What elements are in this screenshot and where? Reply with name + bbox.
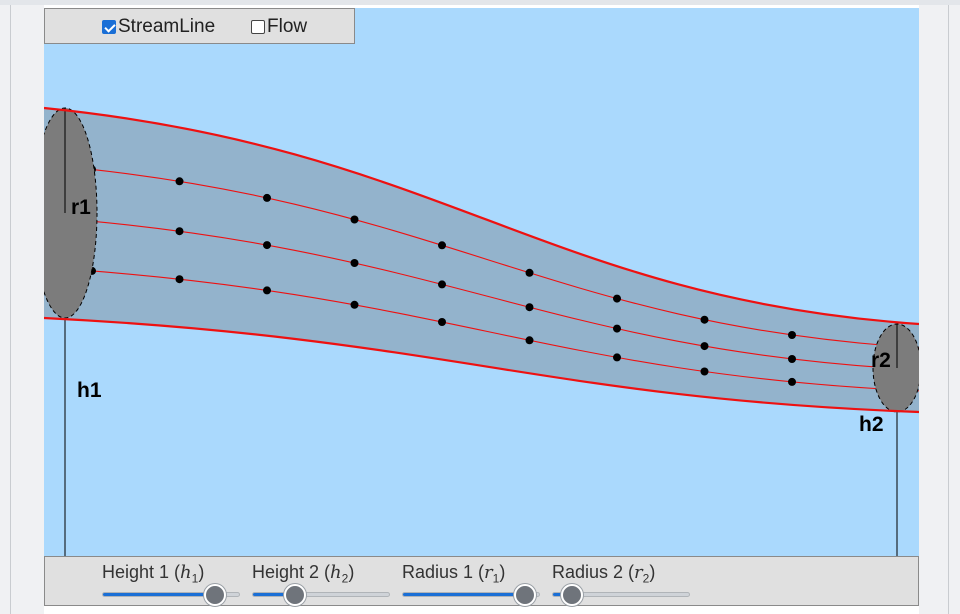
right-margin [919,5,960,614]
particle-dot [438,280,446,289]
particle-dot [175,275,184,284]
height-2-slider-group: Height 2 (h2) [252,557,402,607]
particle-dot [350,215,359,224]
flow-canvas[interactable]: r1 r2 h1 h2 [44,8,919,556]
radius-2-slider-group: Radius 2 (r2) [552,557,702,607]
options-panel: StreamLine Flow [44,8,355,44]
particle-dot [438,318,446,326]
particle-dot [525,268,534,277]
height-1-slider[interactable] [102,583,240,606]
particle-dot [263,241,271,250]
particle-dot [263,193,271,202]
particle-dot [525,336,534,345]
height-1-thumb[interactable] [203,583,226,606]
height-2-thumb[interactable] [284,583,307,606]
particle-dot [788,355,796,363]
slider-panel: Height 1 (h1) Height 2 (h2) Radius 1 (r1… [44,556,919,606]
particle-dot [175,177,184,186]
radius-1-label: Radius 1 (r1) [402,562,506,586]
left-margin [0,5,44,614]
particle-dot [788,331,796,339]
radius-1-slider[interactable] [402,583,540,606]
flow-checkbox[interactable] [251,20,265,34]
particle-dot [613,324,621,333]
flow-label: Flow [267,16,308,37]
radius-2-slider[interactable] [552,583,690,606]
particle-dot [350,300,359,309]
window-top-edge [0,0,960,5]
particle-dot [525,303,534,312]
particle-dot [263,286,271,295]
left-border [10,5,11,614]
streamline-label: StreamLine [118,16,216,37]
flow-figure: r1 r2 h1 h2 [44,8,919,556]
height-2-slider[interactable] [252,583,390,606]
particle-dot [700,367,709,376]
flow-toggle[interactable]: Flow [251,16,307,38]
height-1-label: Height 1 (h1) [102,562,205,586]
r1-label: r1 [71,196,91,219]
particle-dot [700,315,709,324]
radius-2-thumb[interactable] [561,583,584,606]
h1-label: h1 [77,379,102,402]
h2-label: h2 [859,413,884,436]
particle-dot [788,377,796,386]
radius-1-slider-group: Radius 1 (r1) [402,557,552,607]
particle-dot [613,353,621,362]
height-2-label: Height 2 (h2) [252,562,355,586]
particle-dot [175,227,184,236]
streamline-toggle[interactable]: StreamLine [102,16,215,38]
particle-dot [350,259,359,267]
particle-dot [700,342,709,351]
radius-2-label: Radius 2 (r2) [552,562,656,586]
r2-label: r2 [871,349,891,372]
particle-dot [613,294,621,303]
streamline-checkbox[interactable] [102,20,116,34]
height-1-slider-group: Height 1 (h1) [102,557,252,607]
right-border [948,5,949,614]
radius-1-thumb[interactable] [514,583,537,606]
particle-dot [438,241,446,250]
